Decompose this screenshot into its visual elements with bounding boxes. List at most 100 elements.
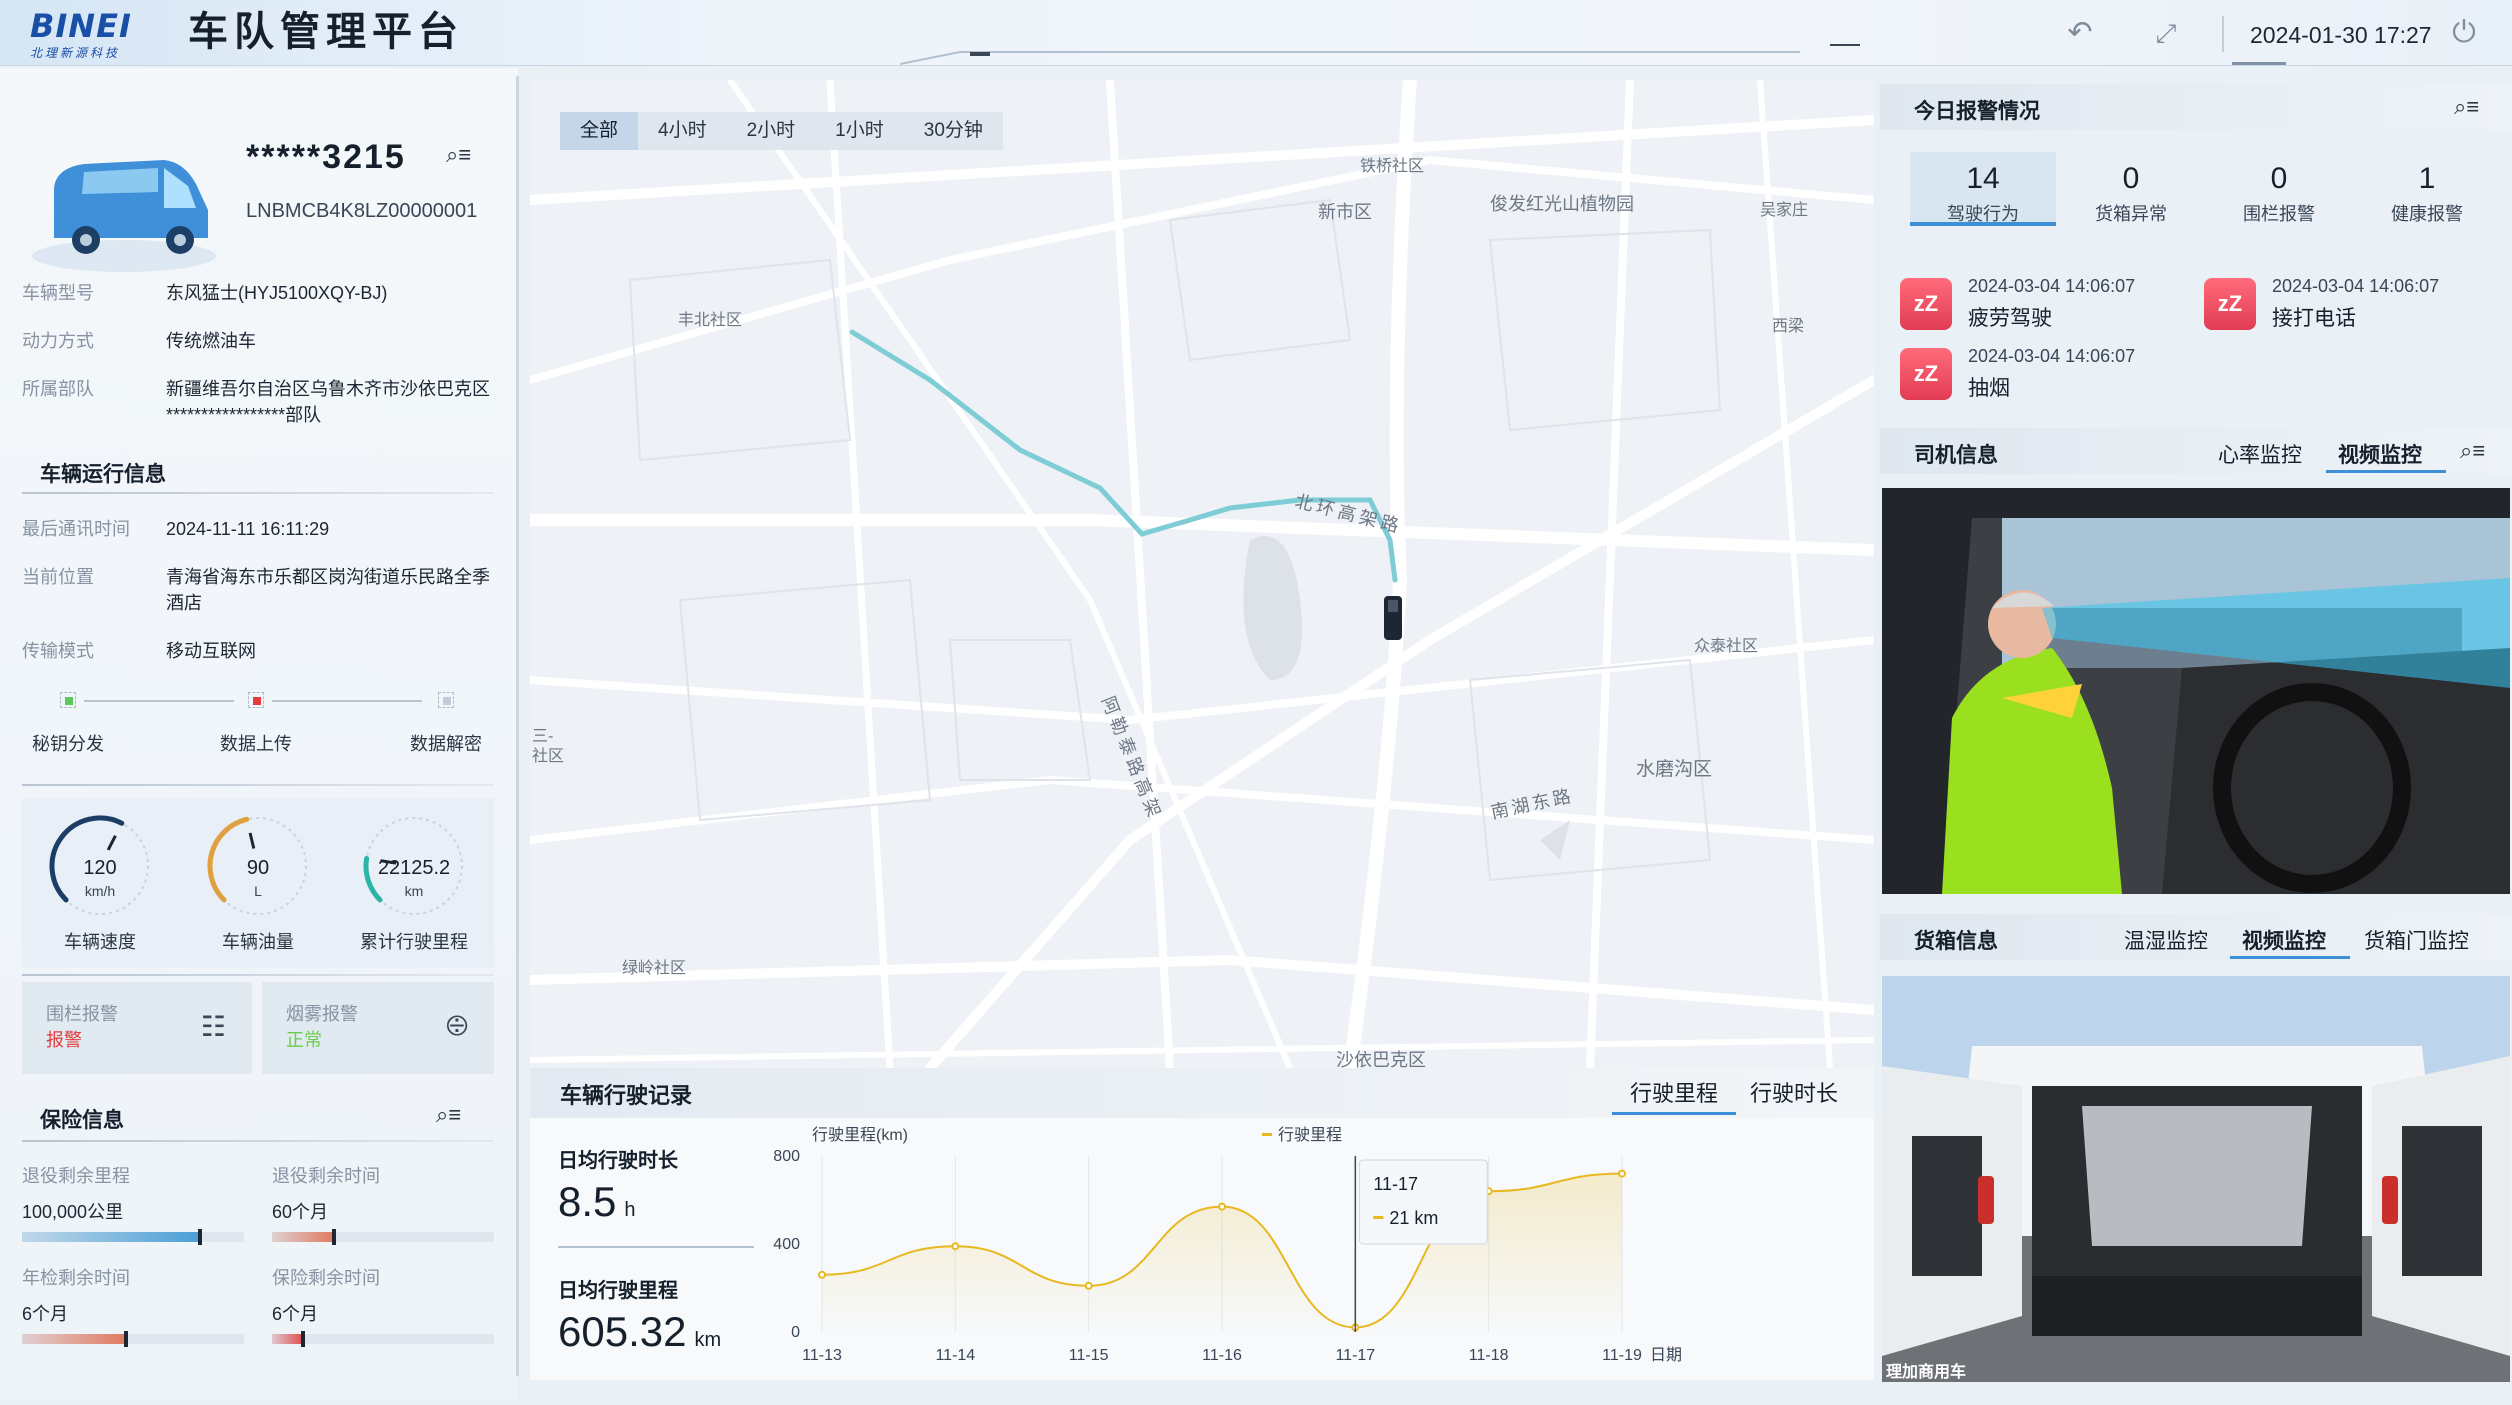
step-dot-key bbox=[60, 692, 76, 708]
gauge-value: 22125.2 bbox=[378, 857, 450, 879]
step-label: 数据上传 bbox=[220, 734, 292, 754]
count-fence-alarm[interactable]: 0 围栏报警 bbox=[2206, 152, 2352, 226]
step-arrow bbox=[272, 700, 422, 702]
right-panel: 今日报警情况 ⌕≡ 14 驾驶行为 0 货箱异常 0 围栏报警 1 健康报警 zZ 202… bbox=[1880, 72, 2512, 1402]
record-header: 车辆行驶记录 行驶里程 行驶时长 bbox=[530, 1068, 1874, 1118]
vin-number: LNBMCB4K8LZ00000001 bbox=[246, 200, 478, 222]
gauge-needle bbox=[106, 835, 117, 851]
count-cargo-abnormal[interactable]: 0 货箱异常 bbox=[2058, 152, 2204, 226]
map-label: 丰北社区 bbox=[678, 312, 743, 329]
vehicle-info-panel: *****3215 ⌕≡ LNBMCB4K8LZ00000001 车辆型号 东风猛… bbox=[0, 68, 518, 1400]
insurance-item: 退役剩余里程 100,000公里 bbox=[22, 1166, 130, 1222]
legend-swatch bbox=[1262, 1133, 1272, 1136]
header-decoration bbox=[900, 44, 1860, 65]
power-icon[interactable]: ⏻ bbox=[2446, 16, 2482, 50]
plate-number: *****3215 bbox=[246, 138, 406, 176]
alarm-counts: 14 驾驶行为 0 货箱异常 0 围栏报警 1 健康报警 bbox=[1910, 152, 2502, 242]
x-tick-label: 11-15 bbox=[1069, 1347, 1109, 1364]
section-divider bbox=[22, 784, 494, 786]
map-label: 三- bbox=[532, 728, 554, 745]
x-tick-label: 11-16 bbox=[1202, 1347, 1242, 1364]
gauge-unit: km/h bbox=[85, 883, 115, 899]
tab-all[interactable]: 全部 bbox=[560, 112, 639, 150]
step-arrow bbox=[84, 700, 234, 702]
fullscreen-icon[interactable]: ⤢ bbox=[2148, 16, 2184, 50]
undo-icon[interactable]: ↶ bbox=[2062, 16, 2098, 50]
alarm-today-header: 今日报警情况 ⌕≡ bbox=[1880, 84, 2512, 130]
avg-duration-label: 日均行驶时长 bbox=[558, 1150, 678, 1172]
section-divider bbox=[22, 492, 494, 494]
x-axis-label: 日期 bbox=[1650, 1346, 1682, 1364]
driver-video[interactable] bbox=[1882, 488, 2510, 894]
driver-title: 司机信息 bbox=[1914, 444, 1998, 467]
gauge-arc bbox=[207, 816, 250, 903]
x-tick-label: 11-13 bbox=[802, 1347, 842, 1364]
cargo-video[interactable] bbox=[1882, 976, 2510, 1382]
alarm-today-title: 今日报警情况 bbox=[1914, 100, 2040, 123]
tab-4h[interactable]: 4小时 bbox=[638, 112, 727, 150]
insurance-title: 保险信息 bbox=[40, 1109, 124, 1132]
alarm-item[interactable]: zZ 2024-03-04 14:06:07 疲劳驾驶 bbox=[1900, 272, 2190, 334]
mileage-chart[interactable]: 行驶里程(km) 行驶里程 0 400 800 11-13 11-14 11-15 11-16 1… bbox=[762, 1120, 1872, 1382]
alarm-search-icon[interactable]: ⌕≡ bbox=[2454, 94, 2479, 120]
avg-duration-value: 8.5 h bbox=[558, 1178, 636, 1225]
tab-30min[interactable]: 30分钟 bbox=[904, 112, 1003, 150]
map-view[interactable]: 铁桥社区 新市区 俊发红光山植物园 吴家庄 丰北社区 西梁 北环高架路 阿勒泰路… bbox=[530, 80, 1874, 1068]
gauge-label: 车辆速度 bbox=[64, 932, 136, 952]
tab-temp-humidity[interactable]: 温湿监控 bbox=[2124, 925, 2208, 955]
tab-heart-rate[interactable]: 心率监控 bbox=[2218, 439, 2302, 469]
map-label: 西梁 bbox=[1772, 318, 1805, 335]
insurance-bar bbox=[22, 1229, 244, 1245]
tab-2h[interactable]: 2小时 bbox=[727, 112, 816, 150]
tab-mileage[interactable]: 行驶里程 bbox=[1630, 1076, 1718, 1108]
gauge-needle bbox=[248, 832, 256, 849]
y-tick-label: 400 bbox=[773, 1236, 800, 1253]
map-label: 绿岭社区 bbox=[622, 960, 687, 977]
section-divider bbox=[22, 974, 494, 976]
fence-icon: ☷ bbox=[200, 1011, 226, 1042]
count-driving-behavior[interactable]: 14 驾驶行为 bbox=[1910, 152, 2056, 226]
insurance-item: 保险剩余时间 6个月 bbox=[272, 1268, 380, 1324]
data-point[interactable] bbox=[1218, 1202, 1226, 1211]
section-divider bbox=[22, 1140, 494, 1142]
insurance-bar bbox=[272, 1229, 494, 1245]
insurance-search-icon[interactable]: ⌕≡ bbox=[436, 1102, 461, 1128]
panel-edge bbox=[516, 76, 519, 1376]
run-info-title: 车辆运行信息 bbox=[40, 463, 166, 486]
alarm-item[interactable]: zZ 2024-03-04 14:06:07 抽烟 bbox=[1900, 342, 2190, 404]
vehicle-search-icon[interactable]: ⌕≡ bbox=[446, 142, 471, 168]
tooltip-box bbox=[1358, 1159, 1488, 1245]
app-title: 车队管理平台 bbox=[188, 10, 464, 54]
tab-1h[interactable]: 1小时 bbox=[815, 112, 904, 150]
active-tab-indicator bbox=[2326, 470, 2446, 473]
data-point[interactable] bbox=[1084, 1281, 1093, 1290]
step-dot-decrypt bbox=[438, 692, 454, 708]
x-tick-label: 11-17 bbox=[1335, 1347, 1375, 1364]
tab-driver-video[interactable]: 视频监控 bbox=[2338, 439, 2422, 469]
map-label: 俊发红光山植物园 bbox=[1490, 194, 1634, 214]
sleep-icon: zZ bbox=[1900, 278, 1952, 330]
avg-mileage-label: 日均行驶里程 bbox=[558, 1280, 678, 1302]
tab-duration[interactable]: 行驶时长 bbox=[1750, 1076, 1838, 1108]
count-health-alarm[interactable]: 1 健康报警 bbox=[2354, 152, 2500, 226]
legend-label: 行驶里程 bbox=[1278, 1126, 1342, 1144]
data-point[interactable] bbox=[1618, 1169, 1626, 1178]
tab-cargo-door[interactable]: 货箱门监控 bbox=[2364, 925, 2469, 955]
gauge-card: 120 km/h 90 L 22125.2 km 车辆速度 车辆油量 累计行驶里程 bbox=[22, 798, 494, 968]
current-datetime: 2024-01-30 17:27 bbox=[2250, 22, 2432, 48]
video-watermark: 理加商用车 bbox=[1886, 1364, 1967, 1381]
gauge-label: 车辆油量 bbox=[222, 932, 294, 952]
fence-alarm-status: 报警 bbox=[46, 1030, 82, 1050]
alarm-item[interactable]: zZ 2024-03-04 14:06:07 接打电话 bbox=[2204, 272, 2504, 334]
insurance-item: 年检剩余时间 6个月 bbox=[22, 1268, 130, 1324]
tooltip-title: 11-17 bbox=[1373, 1174, 1418, 1194]
data-point[interactable] bbox=[951, 1242, 960, 1251]
x-tick-label: 11-14 bbox=[935, 1347, 975, 1364]
tab-cargo-video[interactable]: 视频监控 bbox=[2242, 925, 2326, 955]
step-dot-upload bbox=[248, 692, 264, 708]
driver-search-icon[interactable]: ⌕≡ bbox=[2460, 438, 2485, 464]
data-point[interactable] bbox=[818, 1270, 826, 1279]
cargo-header: 货箱信息 温湿监控 视频监控 货箱门监控 bbox=[1880, 914, 2512, 960]
active-tab-indicator bbox=[2230, 956, 2350, 959]
map-label: 新市区 bbox=[1318, 202, 1372, 222]
